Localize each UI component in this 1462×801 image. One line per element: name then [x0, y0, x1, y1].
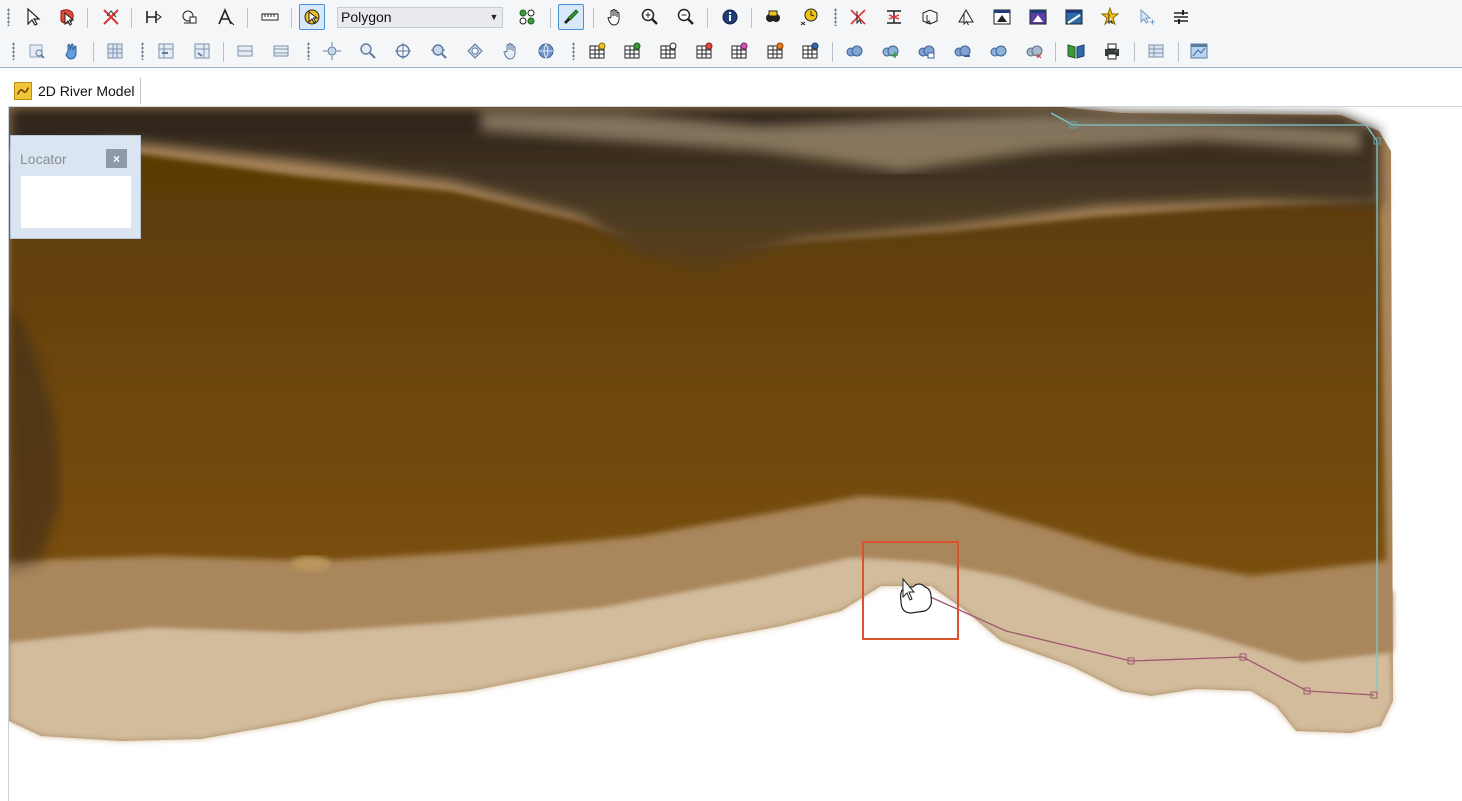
edit-vertices-icon[interactable] [141, 4, 167, 30]
export-table-icon[interactable] [1143, 38, 1169, 64]
feature-type-value: Polygon [341, 9, 392, 25]
toolbar-grip[interactable] [307, 42, 310, 60]
layer-window-1-icon[interactable] [989, 4, 1015, 30]
main-toolbar: Polygon ▼ [0, 0, 1462, 35]
cloud-4-icon[interactable] [949, 38, 975, 64]
locator-preview[interactable] [21, 176, 131, 228]
pointer-plus-icon[interactable] [1133, 4, 1159, 30]
merge-features-icon[interactable] [177, 4, 203, 30]
settings-icon[interactable] [1168, 4, 1194, 30]
layer-6-icon[interactable] [762, 38, 788, 64]
map-view[interactable] [8, 106, 1462, 801]
pan-right-icon[interactable] [268, 38, 294, 64]
toolbar-grip[interactable] [141, 42, 144, 60]
small-island [291, 556, 331, 572]
layer-window-3-icon[interactable] [1061, 4, 1087, 30]
locator-panel[interactable]: Locator × [10, 135, 141, 239]
grid-left-icon[interactable] [153, 38, 179, 64]
layer-4-icon[interactable] [691, 38, 717, 64]
close-icon[interactable]: × [106, 149, 127, 168]
toolbar-separator [707, 8, 708, 28]
document-tab-bar: 2D River Model [0, 68, 1462, 106]
toolbar-grip[interactable] [834, 8, 837, 26]
cloud-5-icon[interactable] [985, 38, 1011, 64]
highlight-icon[interactable] [1097, 4, 1123, 30]
tab-label: 2D River Model [38, 82, 135, 99]
toolbar-separator [1055, 42, 1056, 62]
toolbar-separator [223, 42, 224, 62]
center-icon[interactable] [390, 38, 416, 64]
pan-2-icon[interactable] [498, 38, 524, 64]
cloud-3-icon[interactable] [913, 38, 939, 64]
transform-icon[interactable] [917, 4, 943, 30]
identify-icon[interactable] [717, 4, 743, 30]
tab-2d-river-model[interactable]: 2D River Model [10, 78, 142, 105]
map-window-icon[interactable] [1186, 38, 1212, 64]
measure-ruler-icon[interactable] [257, 4, 283, 30]
create-feature-icon[interactable] [299, 4, 325, 30]
select-features-icon[interactable] [54, 4, 80, 30]
zoom-to-selection-icon[interactable] [462, 38, 488, 64]
toolbar-grip[interactable] [12, 42, 15, 60]
highlight-box [862, 541, 959, 640]
pan-left-icon[interactable] [232, 38, 258, 64]
toolbar-separator [1134, 42, 1135, 62]
river-terrain-map [9, 107, 1393, 741]
annotate-icon[interactable] [213, 4, 239, 30]
toolbar-grip[interactable] [572, 42, 575, 60]
chevron-down-icon[interactable]: ▼ [486, 8, 502, 27]
pan-hand-icon[interactable] [602, 4, 628, 30]
toolbar-separator [751, 8, 752, 28]
zoom-in-2-icon[interactable] [355, 38, 381, 64]
toolbar-separator [291, 8, 292, 28]
map-book-icon[interactable] [1063, 38, 1089, 64]
reshape-icon[interactable] [881, 4, 907, 30]
zoom-out-icon[interactable] [673, 4, 699, 30]
toolbar-grip[interactable] [7, 8, 10, 26]
toolbar-separator [1178, 42, 1179, 62]
find-icon[interactable] [760, 4, 786, 30]
snap-icon[interactable] [514, 4, 540, 30]
navigation-toolbar [0, 34, 1462, 68]
toolbar-separator [131, 8, 132, 28]
map-document-icon [14, 81, 32, 100]
table-icon[interactable] [102, 38, 128, 64]
hand-select-icon[interactable] [59, 38, 85, 64]
toolbar-separator [550, 8, 551, 28]
split-arrow-icon[interactable] [845, 4, 871, 30]
toolbar-separator [87, 8, 88, 28]
zoom-to-layer-icon[interactable] [426, 38, 452, 64]
cloud-1-icon[interactable] [841, 38, 867, 64]
full-extent-icon[interactable] [319, 38, 345, 64]
cloud-6-icon[interactable] [1021, 38, 1047, 64]
toolbar-separator [247, 8, 248, 28]
print-icon[interactable] [1099, 38, 1125, 64]
grid-right-icon[interactable] [189, 38, 215, 64]
toolbar-separator [593, 8, 594, 28]
locator-title: Locator [20, 151, 67, 167]
layer-window-2-icon[interactable] [1025, 4, 1051, 30]
layer-2-icon[interactable] [619, 38, 645, 64]
layer-1-icon[interactable] [584, 38, 610, 64]
cloud-2-icon[interactable] [877, 38, 903, 64]
layer-3-icon[interactable] [655, 38, 681, 64]
layer-5-icon[interactable] [726, 38, 752, 64]
feature-type-combo[interactable]: Polygon ▼ [337, 7, 503, 28]
globe-icon[interactable] [533, 38, 559, 64]
delete-features-icon[interactable] [98, 4, 124, 30]
select-arrow-icon[interactable] [20, 4, 46, 30]
time-icon[interactable] [796, 4, 822, 30]
layer-7-icon[interactable] [797, 38, 823, 64]
zoom-in-icon[interactable] [637, 4, 663, 30]
toolbar-separator [93, 42, 94, 62]
toolbar-separator [832, 42, 833, 62]
search-table-icon[interactable] [24, 38, 50, 64]
edit-brush-icon[interactable] [558, 4, 584, 30]
move-vertex-icon[interactable] [953, 4, 979, 30]
